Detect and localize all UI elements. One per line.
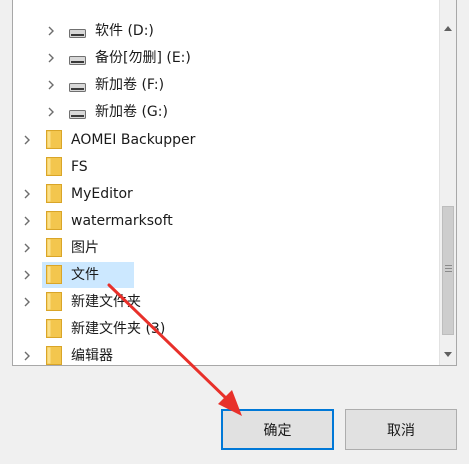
folder-icon xyxy=(46,130,62,149)
chevron-right-icon[interactable] xyxy=(20,295,34,309)
scroll-up-arrow-icon[interactable] xyxy=(440,20,456,37)
tree-item-label: FS xyxy=(71,159,88,175)
folder-icon xyxy=(46,238,62,257)
tree-item-label: 软件 (D:) xyxy=(95,23,154,39)
tree-item-label: 备份[勿删] (E:) xyxy=(95,50,191,66)
tree-item-folder[interactable]: MyEditor xyxy=(13,181,439,207)
chevron-right-icon[interactable] xyxy=(20,241,34,255)
tree-item-drive-g[interactable]: 新加卷 (G:) xyxy=(13,99,439,125)
tree-item-label: AOMEI Backupper xyxy=(71,132,196,148)
grip-line xyxy=(445,271,452,272)
confirm-button[interactable]: 确定 xyxy=(221,409,334,450)
scroll-down-arrow-icon[interactable] xyxy=(440,346,456,363)
chevron-right-icon[interactable] xyxy=(20,187,34,201)
chevron-right-icon[interactable] xyxy=(44,78,58,92)
tree-item-label: 新建文件夹 xyxy=(71,294,141,310)
tree-item-folder[interactable]: 编辑器 xyxy=(13,343,439,365)
tree-item-folder-selected[interactable]: 文件 xyxy=(13,262,439,288)
tree-item-folder[interactable]: watermarksoft xyxy=(13,208,439,234)
tree-item-label: MyEditor xyxy=(71,186,133,202)
tree-item-label: 新建文件夹 (3) xyxy=(71,321,166,337)
drive-icon xyxy=(69,27,86,38)
tree-item-label: 新加卷 (F:) xyxy=(95,77,165,93)
tree-item-folder[interactable]: FS xyxy=(13,154,439,180)
vertical-scrollbar[interactable] xyxy=(439,0,456,365)
chevron-right-icon[interactable] xyxy=(20,133,34,147)
scrollbar-thumb[interactable] xyxy=(442,206,454,335)
tree-item-drive-f[interactable]: 新加卷 (F:) xyxy=(13,72,439,98)
tree-item-folder[interactable]: 图片 xyxy=(13,235,439,261)
tree-item-label: 图片 xyxy=(71,240,99,256)
chevron-right-icon[interactable] xyxy=(20,268,34,282)
tree-item-folder[interactable]: AOMEI Backupper xyxy=(13,127,439,153)
folder-tree: 软件 (D:) 备份[勿删] (E:) 新加卷 (F:) 新加卷 (G:) AO… xyxy=(12,0,457,366)
tree-item-label: 文件 xyxy=(71,267,99,283)
folder-icon xyxy=(46,157,62,176)
tree-item-drive-e[interactable]: 备份[勿删] (E:) xyxy=(13,45,439,71)
tree-item-label: 编辑器 xyxy=(71,348,113,364)
drive-icon xyxy=(69,81,86,92)
grip-line xyxy=(445,268,452,269)
folder-icon xyxy=(46,211,62,230)
tree-item-label: watermarksoft xyxy=(71,213,173,229)
tree-item-label: 新加卷 (G:) xyxy=(95,104,168,120)
grip-line xyxy=(445,265,452,266)
chevron-right-icon[interactable] xyxy=(44,24,58,38)
chevron-right-icon[interactable] xyxy=(44,105,58,119)
folder-icon xyxy=(46,265,62,284)
tree-item-drive-d[interactable]: 软件 (D:) xyxy=(13,18,439,44)
chevron-right-icon[interactable] xyxy=(20,349,34,363)
chevron-right-icon[interactable] xyxy=(20,214,34,228)
folder-icon xyxy=(46,184,62,203)
folder-icon xyxy=(46,346,62,365)
drive-icon xyxy=(69,108,86,119)
folder-icon xyxy=(46,292,62,311)
tree-item-folder[interactable]: 新建文件夹 xyxy=(13,289,439,315)
folder-icon xyxy=(46,319,62,338)
cancel-button[interactable]: 取消 xyxy=(345,409,457,450)
tree-item-folder[interactable]: 新建文件夹 (3) xyxy=(13,316,439,342)
drive-icon xyxy=(69,54,86,65)
chevron-right-icon[interactable] xyxy=(44,51,58,65)
